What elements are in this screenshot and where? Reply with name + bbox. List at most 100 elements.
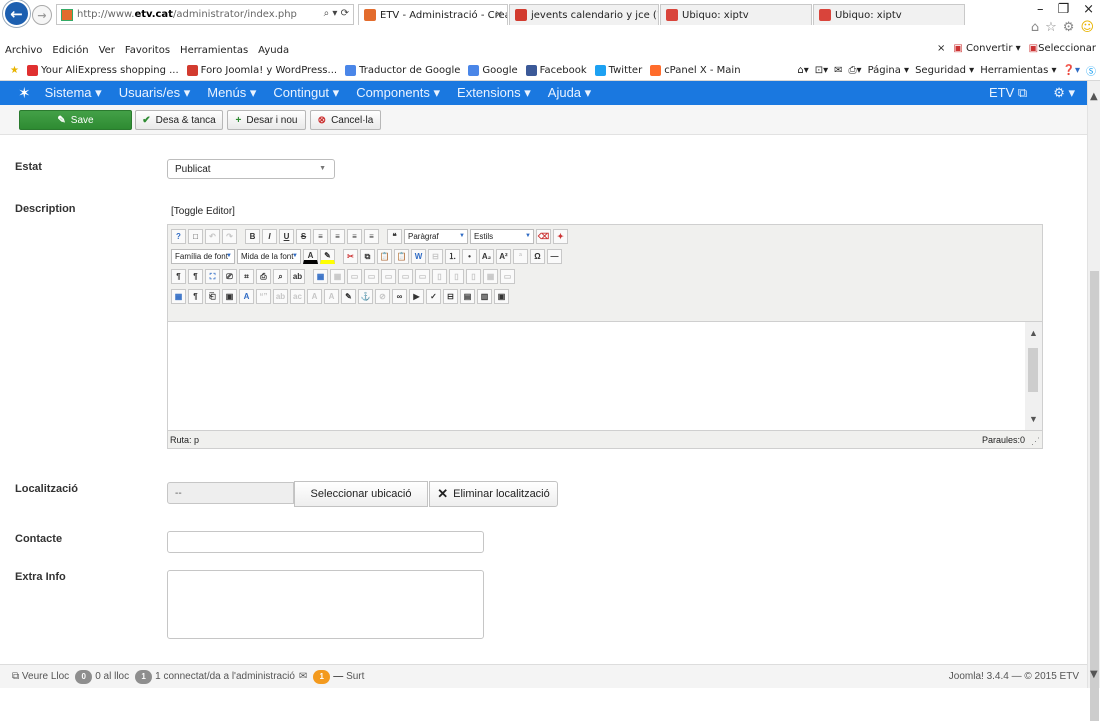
link-icon[interactable]: ∞	[392, 289, 407, 304]
nav-ajuda[interactable]: Ajuda ▾	[548, 85, 591, 101]
tab-ubiquo-1[interactable]: Ubiquo: xiptv	[660, 4, 812, 25]
paste-html-icon[interactable]: ⊟	[428, 249, 443, 264]
fav-aliexpress[interactable]: Your AliExpress shopping ...	[26, 64, 179, 76]
merge-cells-icon[interactable]: ▦	[483, 269, 498, 284]
editor-content-area[interactable]: ▲ ▼	[168, 321, 1042, 431]
align-right-icon[interactable]: ≡	[347, 229, 362, 244]
tab-jevents[interactable]: jevents calendario y jce (1/1)	[509, 4, 659, 25]
special-character-icon[interactable]: Ω	[530, 249, 545, 264]
nav-extensions[interactable]: Extensions ▾	[457, 85, 531, 101]
editor-scrollbar[interactable]: ▲ ▼	[1025, 322, 1042, 430]
fav-facebook[interactable]: Facebook	[525, 64, 587, 76]
close-bar-icon[interactable]: ×	[937, 43, 945, 54]
italic-icon[interactable]: I	[262, 229, 277, 244]
paste-icon[interactable]: 📋	[377, 249, 392, 264]
mail-icon[interactable]: ✉	[834, 65, 842, 76]
template-icon[interactable]: ▤	[460, 289, 475, 304]
address-tools-icon[interactable]: ⌕ ▾ ⟳	[324, 8, 349, 19]
font-style-icon[interactable]: A	[239, 289, 254, 304]
col-before-icon[interactable]: ▯	[432, 269, 447, 284]
font-size-select[interactable]: Mida de la font ▼	[237, 249, 301, 264]
show-blocks-icon[interactable]: ¶	[188, 289, 203, 304]
home-icon[interactable]: ⌂	[1031, 20, 1039, 35]
forward-button[interactable]: →	[32, 5, 52, 25]
chevron-up-icon[interactable]: ▲	[1029, 328, 1038, 338]
view-site-link[interactable]: ⧉ Veure Lloc	[12, 671, 69, 682]
bold-icon[interactable]: B	[245, 229, 260, 244]
font-family-select[interactable]: Família de font ▼	[171, 249, 235, 264]
align-justify-icon[interactable]: ≡	[364, 229, 379, 244]
paragraph-format-select[interactable]: Paràgraf ▼	[404, 229, 468, 244]
insert-file-icon[interactable]: ⎗	[205, 289, 220, 304]
contact-input[interactable]	[167, 531, 484, 553]
fav-twitter[interactable]: Twitter	[594, 64, 642, 76]
close-tab-icon[interactable]: ×	[495, 9, 503, 20]
menu-archivo[interactable]: Archivo	[0, 45, 47, 56]
select-location-button[interactable]: Seleccionar ubicació	[294, 481, 428, 507]
smiley-icon[interactable]: ☺	[1080, 20, 1094, 35]
anchor-icon[interactable]: ⚓	[358, 289, 373, 304]
menu-favoritos[interactable]: Favoritos	[120, 45, 175, 56]
menu-edicion[interactable]: Edición	[47, 45, 93, 56]
undo-icon[interactable]: ↶	[205, 229, 220, 244]
maximize-icon[interactable]: ❐	[1057, 2, 1069, 17]
print-icon[interactable]: ⎙	[256, 269, 271, 284]
styles-select[interactable]: Estils ▼	[470, 229, 534, 244]
ins-icon[interactable]: A	[324, 289, 339, 304]
logout-link[interactable]: — Surt	[333, 671, 364, 682]
security-menu[interactable]: Seguridad ▾	[915, 65, 974, 76]
highlight-color-icon[interactable]: ✎	[320, 249, 335, 264]
fav-traductor[interactable]: Traductor de Google	[345, 64, 460, 76]
favorites-bar-star-icon[interactable]: ★	[10, 65, 19, 76]
attributes-icon[interactable]: ✎	[341, 289, 356, 304]
ordered-list-icon[interactable]: ⒈	[445, 249, 460, 264]
superscript-icon[interactable]: A²	[496, 249, 511, 264]
favorites-star-icon[interactable]: ☆	[1045, 20, 1057, 35]
location-input[interactable]: --	[167, 482, 294, 504]
nav-menus[interactable]: Menús ▾	[207, 85, 256, 101]
visual-aid-icon[interactable]: ▦	[171, 289, 186, 304]
minimize-icon[interactable]: –	[1037, 2, 1044, 17]
fav-cpanel[interactable]: cPanel X - Main	[650, 64, 741, 76]
del-icon[interactable]: A	[307, 289, 322, 304]
save-close-button[interactable]: ✔ Desa & tanca	[135, 110, 223, 130]
fullscreen-icon[interactable]: ⛶	[205, 269, 220, 284]
redo-icon[interactable]: ↷	[222, 229, 237, 244]
strikethrough-icon[interactable]: S	[296, 229, 311, 244]
select-button[interactable]: ▣Seleccionar	[1029, 43, 1096, 54]
paste-text-icon[interactable]: 📋	[394, 249, 409, 264]
extra-info-textarea[interactable]	[167, 570, 484, 639]
horizontal-rule-icon[interactable]: —	[547, 249, 562, 264]
save-button[interactable]: ✎ Save	[19, 110, 132, 130]
abbr-icon[interactable]: ab	[273, 289, 288, 304]
unlink-icon[interactable]: ⊘	[375, 289, 390, 304]
gear-icon[interactable]: ⚙	[1063, 20, 1075, 35]
copy-icon[interactable]: ⧉	[360, 249, 375, 264]
nav-components[interactable]: Components ▾	[356, 85, 440, 101]
page-scrollbar[interactable]: ▲ ▼	[1087, 81, 1100, 721]
blockquote-icon[interactable]: ❝	[387, 229, 402, 244]
editor-scroll-thumb[interactable]	[1028, 348, 1038, 392]
acronym-icon[interactable]: ac	[290, 289, 305, 304]
row-after-icon[interactable]: ▭	[398, 269, 413, 284]
remove-location-button[interactable]: ✕ Eliminar localització	[429, 481, 558, 507]
mail-icon[interactable]: ✉	[299, 671, 307, 682]
insert-image-icon[interactable]: ▣	[222, 289, 237, 304]
cut-icon[interactable]: ✂	[343, 249, 358, 264]
table-icon[interactable]: ▦	[313, 269, 328, 284]
toggle-editor-link[interactable]: [Toggle Editor]	[171, 206, 235, 217]
menu-ayuda[interactable]: Ayuda	[253, 45, 294, 56]
tools-menu[interactable]: Herramientas ▾	[980, 65, 1056, 76]
new-document-icon[interactable]: □	[188, 229, 203, 244]
split-cells-icon[interactable]: ▭	[500, 269, 515, 284]
close-window-icon[interactable]: ×	[1083, 2, 1094, 17]
resize-handle-icon[interactable]: ⋰	[1031, 436, 1040, 447]
ltr-icon[interactable]: ¶	[171, 269, 186, 284]
source-code-icon[interactable]: ⌗	[239, 269, 254, 284]
nav-settings-menu[interactable]: ⚙ ▾	[1053, 85, 1075, 101]
delete-row-icon[interactable]: ▭	[415, 269, 430, 284]
nav-site-link[interactable]: ETV ⧉	[989, 85, 1027, 101]
readmore-icon[interactable]: ▣	[494, 289, 509, 304]
text-color-icon[interactable]: A	[303, 249, 318, 264]
save-new-button[interactable]: + Desar i nou	[227, 110, 306, 130]
